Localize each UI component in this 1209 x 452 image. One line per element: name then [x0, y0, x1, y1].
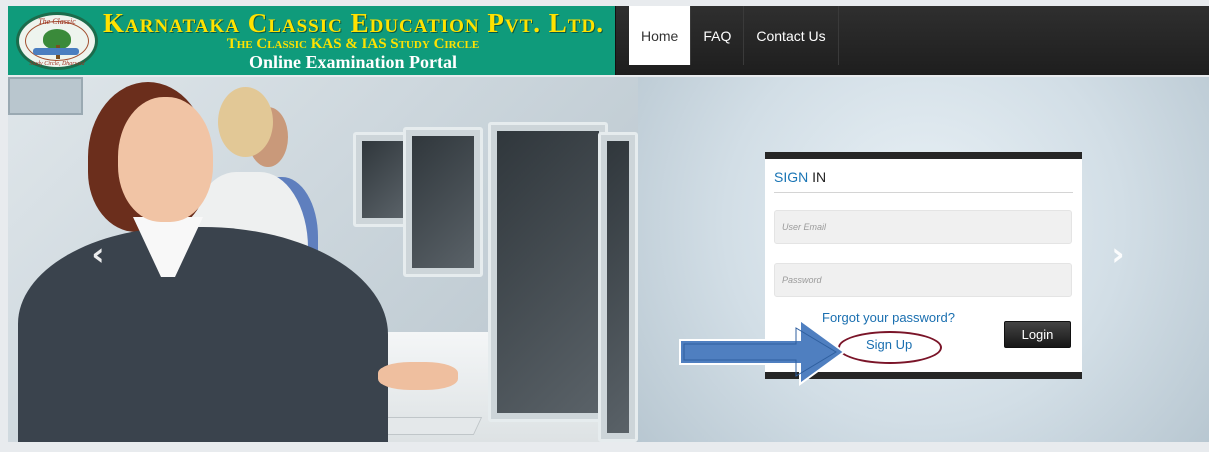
- nav-home[interactable]: Home: [629, 6, 692, 65]
- photo-woman-face: [118, 97, 213, 222]
- logo-sea: [33, 48, 79, 55]
- chevron-right-icon[interactable]: ›: [1106, 238, 1130, 270]
- nav-contact-us[interactable]: Contact Us: [744, 6, 839, 65]
- photo-woman-body: [18, 227, 388, 442]
- logo-text-bottom: Study Circle, Dharwad: [29, 61, 85, 67]
- photo-student-head: [218, 87, 273, 157]
- nav-faq[interactable]: FAQ: [691, 6, 745, 65]
- site-header: The Classic Study Circle, Dharwad Karnat…: [8, 6, 1209, 75]
- annotation-arrow-icon: [679, 318, 846, 386]
- photo-wall-panel: [8, 77, 83, 115]
- page: The Classic Study Circle, Dharwad Karnat…: [0, 0, 1209, 452]
- signin-divider: [774, 192, 1073, 193]
- signin-title-accent: SIGN: [774, 169, 809, 185]
- brand-title: Karnataka Classic Education Pvt. Ltd.: [103, 8, 604, 38]
- signin-title: SIGN IN: [774, 169, 826, 185]
- photo-woman-hand: [378, 362, 458, 390]
- signin-title-rest: IN: [808, 169, 827, 185]
- logo-text-top: The Classic: [38, 17, 76, 26]
- chevron-left-icon[interactable]: ‹: [86, 238, 110, 270]
- photo-monitor: [488, 122, 608, 422]
- top-nav: Home FAQ Contact Us: [615, 6, 1209, 75]
- signup-link[interactable]: Sign Up: [866, 337, 912, 352]
- brand-portal-title: Online Examination Portal: [248, 52, 457, 72]
- palm-tree-logo-icon: The Classic Study Circle, Dharwad: [16, 12, 98, 70]
- brand-banner: The Classic Study Circle, Dharwad Karnat…: [8, 6, 615, 75]
- photo-monitor: [598, 132, 638, 442]
- login-button[interactable]: Login: [1004, 321, 1071, 348]
- brand-subtitle: The Classic KAS & IAS Study Circle: [226, 36, 480, 52]
- email-field[interactable]: [774, 210, 1072, 244]
- password-field[interactable]: [774, 263, 1072, 297]
- photo-monitor: [403, 127, 483, 277]
- hero-carousel: ‹ › SIGN IN Forgot your password? Sign U…: [8, 77, 1209, 442]
